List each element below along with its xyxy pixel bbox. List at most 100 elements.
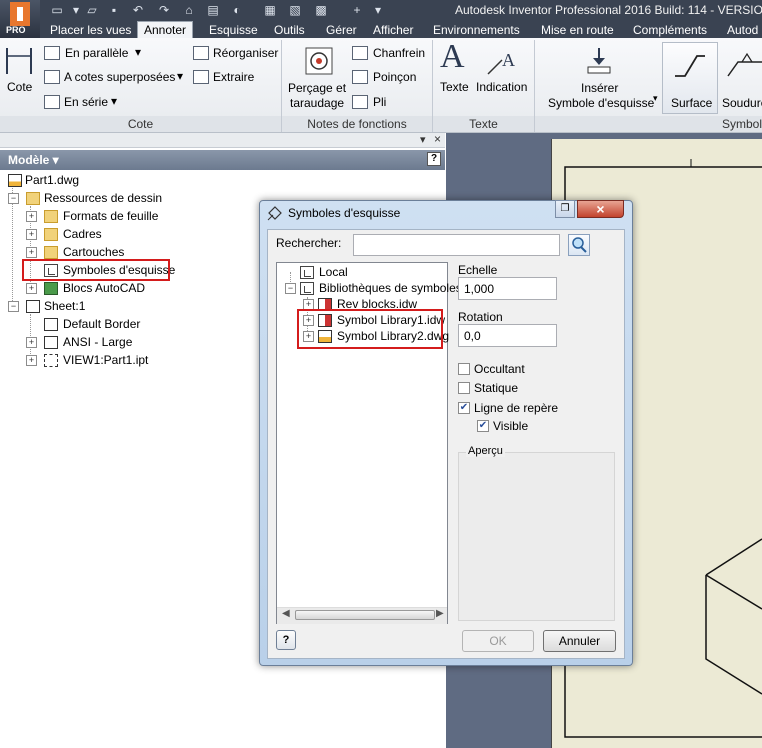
text-icon: A (440, 38, 465, 75)
tab-placer-les-vues[interactable]: Placer les vues (50, 22, 131, 38)
new-file-icon[interactable]: ▭ (49, 3, 65, 18)
collapse-icon[interactable]: − (8, 193, 19, 204)
scroll-right-icon[interactable]: ▶ (436, 608, 444, 619)
tree-label: VIEW1:Part1.ipt (63, 353, 149, 367)
scale-input[interactable] (458, 277, 557, 300)
tab-outils[interactable]: Outils (274, 22, 305, 38)
tab-mise-en-route[interactable]: Mise en route (541, 22, 614, 38)
local-library-icon (300, 266, 314, 279)
collapse-icon[interactable]: − (285, 283, 296, 294)
ok-button[interactable]: OK (462, 630, 534, 652)
welding-button[interactable]: Soudure (722, 96, 762, 110)
tree-label: Formats de feuille (63, 209, 159, 223)
update-icon[interactable]: ▩ (313, 3, 329, 18)
tree-label: Cadres (63, 227, 102, 241)
bend-button[interactable]: Pli (373, 95, 386, 109)
help-icon[interactable]: ? (427, 152, 441, 166)
save-icon[interactable]: ▪ (106, 3, 122, 18)
application-menu-button[interactable]: PRO (0, 0, 40, 38)
sketch-symbol-dialog-icon (267, 206, 282, 221)
scale-label: Echelle (458, 263, 498, 277)
home-icon[interactable]: ⌂ (181, 3, 197, 18)
reorganize-button[interactable]: Réorganiser (213, 46, 278, 60)
insert-symbol-dropdown-icon[interactable]: ▾ (653, 93, 658, 104)
scrollbar-thumb[interactable] (295, 610, 435, 620)
tab-afficher[interactable]: Afficher (373, 22, 413, 38)
insert-symbol-label-1[interactable]: Insérer (581, 81, 618, 95)
model-browser-header (0, 150, 445, 170)
indication-button[interactable]: Indication (476, 80, 527, 94)
superposed-dropdown-icon[interactable]: ▾ (177, 69, 183, 83)
tree-label: Ressources de dessin (44, 191, 163, 205)
sheet-icon (26, 300, 40, 313)
search-button[interactable] (568, 234, 590, 256)
dialog-restore-icon[interactable]: ❐ (555, 200, 575, 218)
expand-icon[interactable]: + (26, 355, 37, 366)
expand-icon[interactable]: + (26, 283, 37, 294)
autocad-block-icon (44, 282, 58, 295)
redo-icon[interactable]: ↷ (156, 3, 172, 18)
highlight-box (297, 309, 443, 349)
tab-esquisse[interactable]: Esquisse (209, 22, 258, 38)
tab-complements[interactable]: Compléments (633, 22, 707, 38)
punch-button[interactable]: Poinçon (373, 70, 416, 84)
panel-close-icon[interactable]: × (434, 132, 441, 146)
insert-symbol-label-2[interactable]: Symbole d'esquisse (548, 96, 654, 110)
series-dimension-icon (44, 95, 60, 109)
static-checkbox[interactable] (458, 382, 470, 394)
leader-checkbox[interactable]: ✔ (458, 402, 470, 414)
expand-icon[interactable]: + (26, 337, 37, 348)
customize-dropdown-icon[interactable]: ▾ (370, 3, 386, 18)
occultant-label: Occultant (474, 362, 525, 376)
expand-icon[interactable]: + (26, 229, 37, 240)
static-label: Statique (474, 381, 519, 395)
superposed-dimension-button[interactable]: A cotes superposées (64, 70, 175, 84)
surface-texture-icon (675, 55, 705, 77)
chamfer-icon (352, 46, 368, 60)
color-icon[interactable]: ◐ (229, 3, 245, 18)
print-icon[interactable]: ▤ (205, 3, 221, 18)
tab-annoter[interactable]: Annoter (137, 21, 194, 39)
dropdown-arrow-icon[interactable]: ▾ (68, 3, 84, 18)
open-folder-icon[interactable]: ▱ (84, 3, 100, 18)
parallel-dimension-button[interactable]: En parallèle (65, 46, 128, 60)
surface-button[interactable]: Surface (671, 96, 712, 110)
text-button[interactable]: Texte (440, 80, 469, 94)
scroll-left-icon[interactable]: ◀ (282, 608, 290, 619)
folder-icon (26, 192, 40, 205)
model-title-text: Modèle (8, 153, 50, 167)
insert-symbol-icon (587, 48, 611, 74)
image-icon[interactable]: ▧ (287, 3, 303, 18)
model-browser-title[interactable]: Modèle ▾ (8, 153, 59, 167)
expand-icon[interactable]: + (26, 247, 37, 258)
chamfer-button[interactable]: Chanfrein (373, 46, 425, 60)
cancel-button[interactable]: Annuler (543, 630, 616, 652)
dialog-help-icon[interactable]: ? (276, 630, 296, 650)
hole-thread-label-2[interactable]: taraudage (290, 96, 344, 110)
measure-icon[interactable]: ▦ (262, 3, 278, 18)
series-dimension-button[interactable]: En série (64, 95, 108, 109)
collapse-icon[interactable]: − (8, 301, 19, 312)
parallel-dropdown-icon[interactable]: ▾ (135, 45, 141, 59)
leader-label: Ligne de repère (474, 401, 559, 415)
visible-checkbox[interactable]: ✔ (477, 420, 489, 432)
dialog-close-icon[interactable]: × (577, 200, 624, 218)
border-icon (44, 318, 58, 331)
expand-icon[interactable]: + (26, 211, 37, 222)
tab-gerer[interactable]: Gérer (326, 22, 357, 38)
cote-button[interactable]: Cote (7, 80, 32, 94)
panel-pin-icon[interactable]: ▾ (420, 133, 426, 146)
undo-icon[interactable]: ↶ (130, 3, 146, 18)
series-dropdown-icon[interactable]: ▾ (111, 94, 117, 108)
hole-thread-label-1[interactable]: Perçage et (288, 81, 346, 95)
rotation-input[interactable] (458, 324, 557, 347)
panel-title-symboles: Symbol (535, 116, 762, 132)
add-icon[interactable]: + (349, 3, 365, 18)
search-input[interactable] (353, 234, 560, 256)
tab-autodesk[interactable]: Autod (727, 22, 758, 38)
tab-environnements[interactable]: Environnements (433, 22, 520, 38)
sheet-format-icon (44, 210, 58, 223)
extract-button[interactable]: Extraire (213, 70, 254, 84)
occultant-checkbox[interactable] (458, 363, 470, 375)
rotation-label: Rotation (458, 310, 503, 324)
